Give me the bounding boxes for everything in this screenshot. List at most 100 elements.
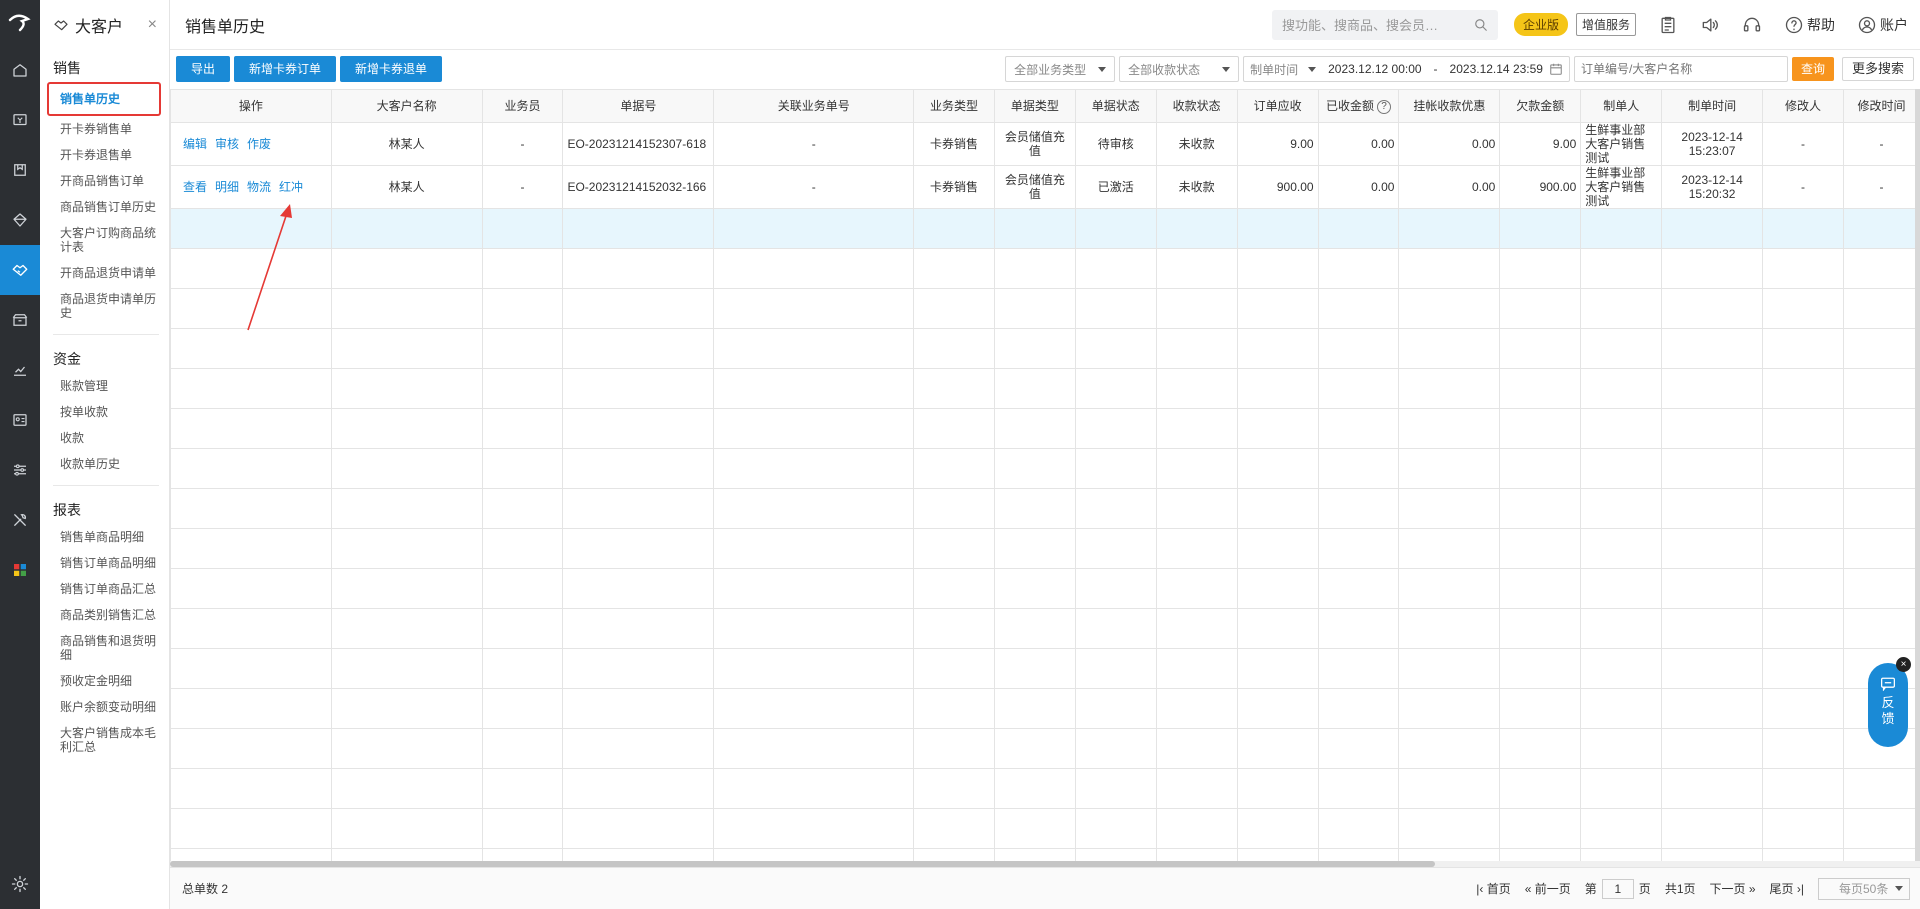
column-header[interactable]: 单据类型	[993, 90, 1076, 123]
calendar-icon[interactable]	[1549, 62, 1563, 76]
empty-cell	[1661, 207, 1764, 249]
sidebar-item[interactable]: 开商品销售订单	[40, 168, 169, 194]
speaker-icon[interactable]	[1700, 15, 1720, 35]
column-header[interactable]: 制单人	[1580, 90, 1663, 123]
help-button[interactable]: 帮助	[1784, 15, 1835, 35]
rail-apps-icon[interactable]	[0, 545, 40, 595]
first-page-button[interactable]: |‹ 首页	[1476, 880, 1510, 897]
row-action-link[interactable]: 作废	[247, 137, 271, 151]
row-action-link[interactable]: 物流	[247, 180, 271, 194]
rail-handshake-icon[interactable]	[0, 245, 40, 295]
sidebar-item[interactable]: 开卡券退售单	[40, 142, 169, 168]
sidebar-item[interactable]: 大客户订购商品统计表	[40, 220, 169, 260]
sidebar-item[interactable]: 商品销售和退货明细	[40, 628, 169, 668]
empty-cell	[1317, 327, 1400, 369]
settings-icon[interactable]	[0, 859, 40, 909]
column-header[interactable]: 关联业务单号	[713, 90, 915, 123]
pay-status-select[interactable]: 全部收款状态	[1119, 56, 1240, 82]
rail-sliders-icon[interactable]	[0, 445, 40, 495]
question-icon[interactable]: ?	[1377, 100, 1391, 115]
sidebar-item[interactable]: 收款	[40, 425, 169, 451]
account-button[interactable]: 账户	[1857, 15, 1908, 35]
global-search-input[interactable]: 搜功能、搜商品、搜会员…	[1271, 9, 1498, 40]
search-icon[interactable]	[1474, 18, 1488, 32]
rail-cashier-icon[interactable]	[0, 95, 40, 145]
column-header[interactable]: 业务员	[481, 90, 564, 123]
rail-tools-icon[interactable]	[0, 495, 40, 545]
next-page-button[interactable]: 下一页 »	[1710, 880, 1756, 897]
column-header[interactable]: 修改人	[1762, 90, 1844, 123]
export-button[interactable]: 导出	[176, 56, 231, 82]
date-from[interactable]: 2023.12.12 00:00	[1322, 62, 1427, 76]
column-header[interactable]: 收款状态	[1155, 90, 1238, 123]
date-to[interactable]: 2023.12.14 23:59	[1444, 62, 1549, 76]
column-header[interactable]: 修改时间	[1842, 90, 1920, 123]
row-action-link[interactable]: 审核	[215, 137, 239, 151]
column-header[interactable]: 单据状态	[1074, 90, 1157, 123]
row-action-link[interactable]: 明细	[215, 180, 239, 194]
feedback-button[interactable]: × 反 馈	[1868, 657, 1911, 747]
last-page-button[interactable]: 尾页 ›|	[1770, 880, 1804, 897]
time-type-select[interactable]: 制单时间	[1250, 61, 1298, 78]
sidebar-item[interactable]: 销售单历史	[47, 82, 161, 116]
sidebar-item[interactable]: 按单收款	[40, 399, 169, 425]
table-row[interactable]: 查看 明细 物流 红冲 林某人 - EO-20231214152032-166- 卡券销售 会员…	[170, 164, 1920, 209]
more-search-button[interactable]: 更多搜索	[1841, 57, 1914, 81]
rail-book-icon[interactable]	[0, 145, 40, 195]
column-header[interactable]: 大客户名称	[330, 90, 483, 123]
row-action-link[interactable]: 查看	[183, 180, 207, 194]
sidebar-item[interactable]: 大客户销售成本毛利汇总	[40, 720, 169, 760]
empty-cell	[170, 447, 332, 489]
app-root: 大客户 × 销售 销售单历史 开卡券销售单 开卡券退售单 开商品销售订单 商品销售订单历史…	[0, 0, 1920, 909]
sidebar-item[interactable]: 预收定金明细	[40, 668, 169, 694]
column-header[interactable]: 业务类型	[913, 90, 995, 123]
rail-chart-icon[interactable]	[0, 345, 40, 395]
column-header[interactable]: 制单时间	[1661, 90, 1764, 123]
empty-cell	[1398, 527, 1501, 569]
date-range-picker[interactable]: 制单时间 2023.12.12 00:00 - 2023.12.14 23:59	[1243, 56, 1570, 82]
sidebar-item[interactable]: 销售单商品明细	[40, 524, 169, 550]
sidebar-item[interactable]: 开卡券销售单	[40, 116, 169, 142]
sidebar-item[interactable]: 商品类别销售汇总	[40, 602, 169, 628]
sidebar-item[interactable]: 账款管理	[40, 373, 169, 399]
sidebar-item[interactable]: 商品销售订单历史	[40, 194, 169, 220]
column-header[interactable]: 操作	[170, 90, 332, 123]
value-added-button[interactable]: 增值服务	[1575, 13, 1636, 36]
page-size-select[interactable]: 每页50条	[1818, 877, 1910, 900]
clipboard-icon[interactable]	[1658, 15, 1678, 35]
app-logo[interactable]	[0, 0, 40, 45]
sidebar-item[interactable]: 开商品退货申请单	[40, 260, 169, 286]
column-header[interactable]: 单据号	[562, 90, 715, 123]
sidebar-item[interactable]: 商品退货申请单历史	[40, 286, 169, 326]
empty-cell	[1580, 727, 1663, 769]
page-number-input[interactable]: 1	[1601, 878, 1634, 899]
rail-id-card-icon[interactable]	[0, 395, 40, 445]
sidebar-item[interactable]: 销售订单商品汇总	[40, 576, 169, 602]
vertical-scrollbar[interactable]	[1915, 89, 1920, 861]
new-card-order-button[interactable]: 新增卡券订单	[234, 56, 337, 82]
rail-home-icon[interactable]	[0, 45, 40, 95]
row-action-link[interactable]: 红冲	[279, 180, 303, 194]
keyword-input[interactable]	[1573, 56, 1788, 82]
column-header[interactable]: 欠款金额	[1499, 90, 1582, 123]
sidebar-item[interactable]: 收款单历史	[40, 451, 169, 477]
biz-type-select[interactable]: 全部业务类型	[1005, 56, 1116, 82]
enterprise-badge[interactable]: 企业版	[1513, 13, 1568, 36]
headset-icon[interactable]	[1742, 15, 1762, 35]
row-action-link[interactable]: 编辑	[183, 137, 207, 151]
sidebar-close-button[interactable]: ×	[148, 16, 157, 34]
sidebar-item[interactable]: 账户余额变动明细	[40, 694, 169, 720]
empty-row	[170, 727, 1920, 769]
prev-page-button[interactable]: « 前一页	[1525, 880, 1571, 897]
feedback-close-icon[interactable]: ×	[1896, 657, 1911, 672]
query-button[interactable]: 查询	[1791, 57, 1834, 81]
new-card-return-button[interactable]: 新增卡券退单	[340, 56, 443, 82]
rail-diamond-icon[interactable]	[0, 195, 40, 245]
empty-cell	[562, 687, 715, 729]
table-row[interactable]: 编辑 审核 作废 林某人 - EO-20231214152307-618- 卡券销售 会员储值…	[170, 121, 1920, 166]
column-header[interactable]: 已收金额?	[1317, 90, 1400, 123]
column-header[interactable]: 挂帐收款优惠	[1398, 90, 1501, 123]
sidebar-item[interactable]: 销售订单商品明细	[40, 550, 169, 576]
rail-store-icon[interactable]	[0, 295, 40, 345]
column-header[interactable]: 订单应收	[1236, 90, 1319, 123]
